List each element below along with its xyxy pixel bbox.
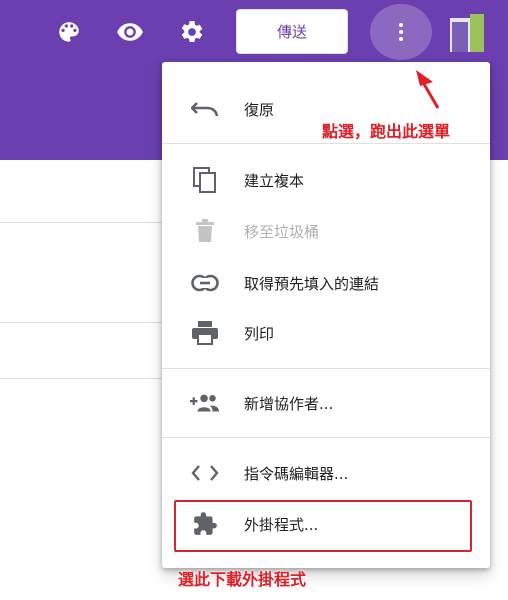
- code-icon: [191, 465, 219, 481]
- annotation-highlight-box: [174, 500, 472, 552]
- menu-item-script-editor[interactable]: 指令碼編輯器...: [162, 448, 490, 498]
- palette-icon: [59, 22, 79, 42]
- print-icon: [192, 321, 218, 345]
- menu-item-label: 指令碼編輯器...: [244, 464, 349, 483]
- palette-button[interactable]: [51, 14, 87, 50]
- menu-item-prefilled-link[interactable]: 取得預先填入的連結: [162, 258, 490, 308]
- more-vert-icon: [399, 23, 403, 41]
- menu-divider: [162, 437, 490, 438]
- add-people-icon: [190, 394, 220, 412]
- link-icon: [191, 274, 219, 292]
- undo-icon: [191, 102, 219, 117]
- menu-item-label: 復原: [244, 100, 275, 119]
- avatar[interactable]: [450, 12, 484, 52]
- menu-divider: [162, 368, 490, 369]
- menu-item-make-copy[interactable]: 建立複本: [162, 155, 490, 205]
- menu-item-label: 移至垃圾桶: [244, 222, 320, 241]
- more-options-button[interactable]: [370, 4, 432, 60]
- menu-item-label: 新增協作者...: [244, 394, 334, 413]
- preview-button[interactable]: [112, 14, 148, 50]
- eye-icon: [117, 23, 143, 41]
- menu-item-move-to-trash[interactable]: 移至垃圾桶: [162, 206, 490, 256]
- copy-icon: [193, 167, 216, 193]
- menu-divider: [162, 143, 490, 144]
- menu-item-label: 取得預先填入的連結: [244, 274, 380, 293]
- settings-button[interactable]: [174, 14, 210, 50]
- annotation-bottom-text: 選此下載外掛程式: [178, 570, 307, 589]
- annotation-top-text: 點選，跑出此選單: [322, 122, 451, 141]
- menu-item-label: 建立複本: [244, 171, 305, 190]
- trash-icon: [196, 219, 214, 242]
- gear-icon: [181, 21, 203, 42]
- menu-item-print[interactable]: 列印: [162, 308, 490, 358]
- menu-item-label: 列印: [244, 324, 275, 343]
- menu-item-add-collaborators[interactable]: 新增協作者...: [162, 378, 490, 428]
- annotation-arrow-icon: [416, 70, 440, 109]
- send-button[interactable]: 傳送: [236, 9, 348, 54]
